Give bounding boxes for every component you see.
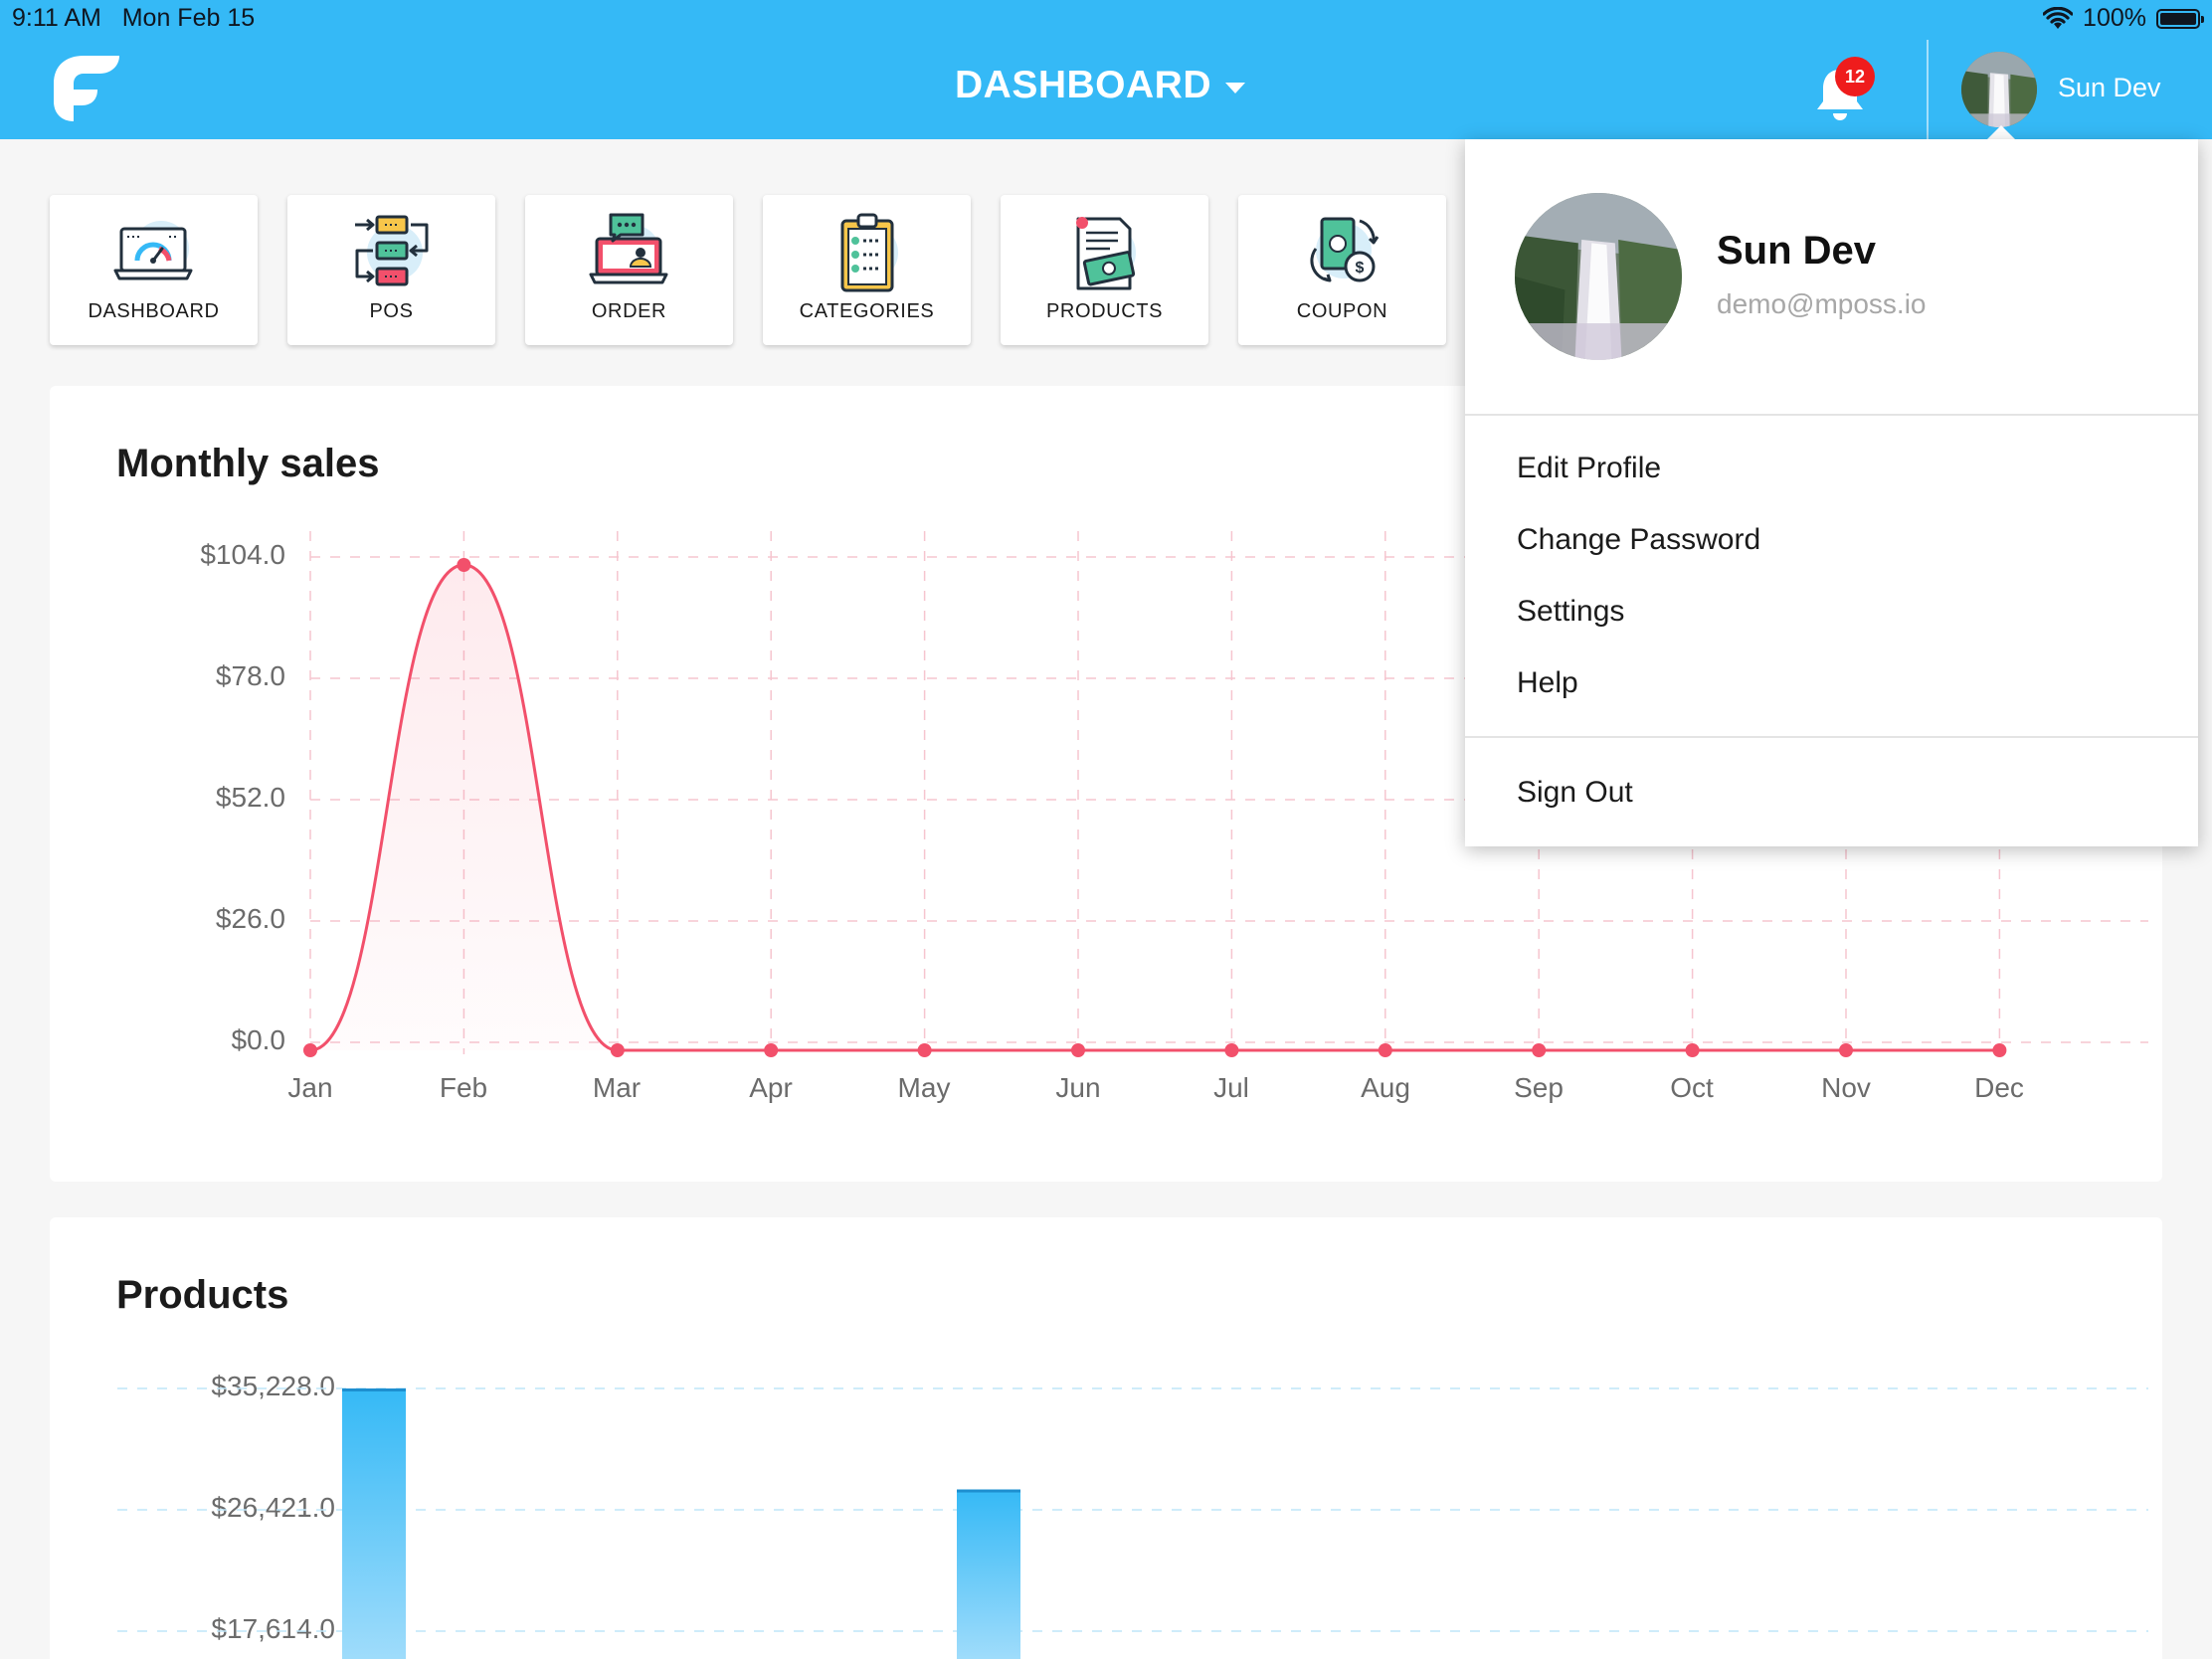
data-point [1992,1043,2007,1057]
app-logo-icon[interactable] [48,50,123,127]
menu-item-settings[interactable]: Settings [1517,595,1624,629]
menu-item-change-password[interactable]: Change Password [1517,523,1760,557]
header-user-name[interactable]: Sun Dev [2058,73,2161,103]
shortcut-label: PRODUCTS [1045,300,1164,322]
data-point [610,1043,625,1057]
profile-avatar [1515,193,1682,360]
data-point [1839,1043,1853,1057]
svg-text:$: $ [1356,260,1365,276]
shortcut-dashboard[interactable]: DASHBOARD [50,195,258,345]
status-indicators: 100% [2043,4,2204,33]
product-bar [957,1489,1020,1659]
shortcut-pos[interactable]: POS [287,195,495,345]
products-title: Products [116,1273,289,1317]
dashboard-title-dropdown[interactable]: DASHBOARD [955,64,1245,107]
x-tick-label: Jan [287,1072,333,1103]
data-point [1224,1043,1239,1057]
data-point [1071,1043,1085,1057]
avatar[interactable] [1961,52,2037,127]
data-point [457,558,471,572]
profile-email: demo@mposs.io [1717,288,1927,319]
app-header: 9:11 AM Mon Feb 15 100% DASHBOARD 12 Sun… [0,0,2212,139]
x-tick-label: Apr [749,1072,793,1103]
monthly-sales-title: Monthly sales [116,442,380,485]
header-divider [1927,40,1929,139]
y-tick-label: $35,228.0 [211,1371,335,1401]
x-tick-label: Mar [592,1072,642,1103]
y-tick-label: $17,614.0 [211,1613,335,1644]
product-bar-cap [342,1388,406,1391]
data-point [764,1043,779,1057]
y-tick-label: $0.0 [231,1024,286,1055]
x-tick-label: Dec [1974,1072,2024,1103]
y-tick-label: $104.0 [200,539,285,570]
data-point [917,1043,932,1057]
data-point [1685,1043,1700,1057]
y-tick-label: $78.0 [215,660,285,691]
waterfall-photo-icon [1515,193,1682,360]
y-tick-label: $26.0 [215,903,285,934]
products-grid [117,1387,2148,1632]
x-tick-label: Sep [1514,1072,1564,1103]
profile-name: Sun Dev [1717,229,1877,273]
product-bar [342,1388,406,1659]
shortcut-label: DASHBOARD [88,300,220,322]
shortcut-categories[interactable]: CATEGORIES [763,195,971,345]
menu-divider [1465,414,2198,416]
battery-percent: 100% [2083,4,2146,32]
shortcut-label: POS [369,300,414,322]
shortcut-label: CATEGORIES [799,300,935,322]
checklist-icon [840,213,898,292]
data-point [1532,1043,1547,1057]
status-time: 9:11 AM Mon Feb 15 [12,4,255,33]
order-chat-icon [589,213,668,284]
x-tick-label: Jun [1055,1072,1101,1103]
waterfall-photo-icon [1961,52,2037,127]
data-point [303,1043,317,1057]
x-tick-label: Nov [1821,1072,1871,1103]
data-point [1378,1043,1392,1057]
page-title: DASHBOARD [955,64,1211,106]
battery-icon [2156,8,2204,29]
y-tick-label: $52.0 [215,782,285,813]
y-tick-label: $26,421.0 [211,1492,335,1523]
shortcut-label: COUPON [1296,300,1388,322]
products-chart [117,1387,2148,1659]
x-tick-label: May [897,1072,951,1103]
status-clock: 9:11 AM [12,4,101,32]
wifi-icon [2043,6,2074,29]
menu-item-edit-profile[interactable]: Edit Profile [1517,452,1661,485]
x-tick-label: Jul [1213,1072,1249,1103]
x-tick-label: Oct [1670,1072,1714,1103]
profile-dropdown-menu: Sun Dev demo@mposs.io Edit Profile Chang… [1465,139,2198,846]
notification-badge[interactable]: 12 [1835,57,1875,96]
shortcut-products[interactable]: PRODUCTS [1001,195,1208,345]
product-bar-cap [957,1489,1020,1493]
menu-divider [1465,736,2198,738]
dashboard-gauge-icon [113,221,193,280]
x-tick-label: Feb [439,1072,488,1103]
pos-flow-icon [355,215,429,286]
menu-item-sign-out[interactable]: Sign Out [1517,776,1633,810]
shortcut-coupon[interactable]: $ COUPON [1238,195,1446,345]
products-panel: Products $35,228.0 $26,421.0 $17,614.0 [50,1217,2162,1659]
status-date: Mon Feb 15 [121,4,256,32]
money-exchange-icon: $ [1310,217,1380,282]
x-tick-label: Aug [1361,1072,1410,1103]
chevron-down-icon [1225,82,1245,93]
shortcut-label: ORDER [591,300,667,322]
shortcut-order[interactable]: ORDER [525,195,733,345]
invoice-cash-icon [1076,217,1136,290]
menu-item-help[interactable]: Help [1517,666,1578,700]
